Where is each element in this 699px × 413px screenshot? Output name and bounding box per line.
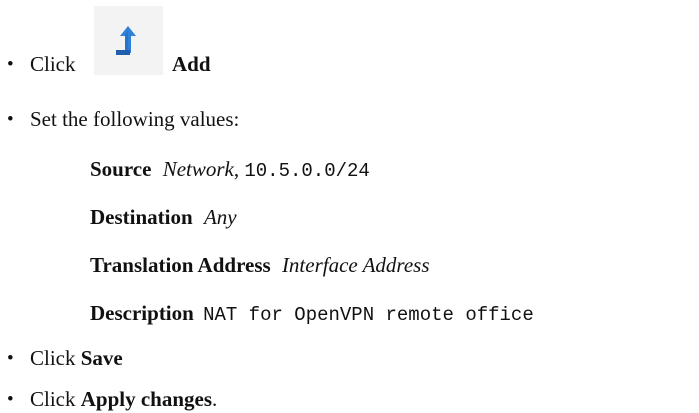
add-arrow-up-icon xyxy=(116,26,136,55)
bullet: • xyxy=(7,54,14,75)
translation-value: Interface Address xyxy=(281,253,430,277)
save-label: Save xyxy=(80,346,123,370)
bullet: • xyxy=(7,389,14,410)
destination-value: Any xyxy=(203,205,237,229)
step-click-save: Click Save xyxy=(30,348,123,369)
source-value: 10.5.0.0/24 xyxy=(244,160,370,182)
step-apply-suffix: . xyxy=(212,387,218,411)
description-label: Description xyxy=(90,301,194,325)
bullet: • xyxy=(7,109,14,130)
step-save-prefix: Click xyxy=(30,346,76,370)
step-click-add-prefix: Click xyxy=(30,52,76,76)
step-apply-prefix: Click xyxy=(30,387,76,411)
destination-label: Destination xyxy=(90,205,193,229)
apply-changes-label: Apply changes xyxy=(80,387,213,411)
source-sep: , xyxy=(233,157,240,181)
step-set-values: Set the following values: xyxy=(30,107,240,131)
field-destination: Destination Any xyxy=(90,207,237,228)
description-value: NAT for OpenVPN remote office xyxy=(203,304,534,326)
bullet: • xyxy=(7,348,14,369)
source-type: Network xyxy=(162,157,234,181)
step-click-apply: Click Apply changes. xyxy=(30,389,217,410)
field-translation-address: Translation Address Interface Address xyxy=(90,255,430,276)
translation-label: Translation Address xyxy=(90,253,271,277)
field-source: Source Network, 10.5.0.0/24 xyxy=(90,159,370,181)
field-description: Description NAT for OpenVPN remote offic… xyxy=(90,303,534,325)
add-button[interactable] xyxy=(94,6,163,75)
source-label: Source xyxy=(90,157,152,181)
add-label: Add xyxy=(172,52,211,76)
